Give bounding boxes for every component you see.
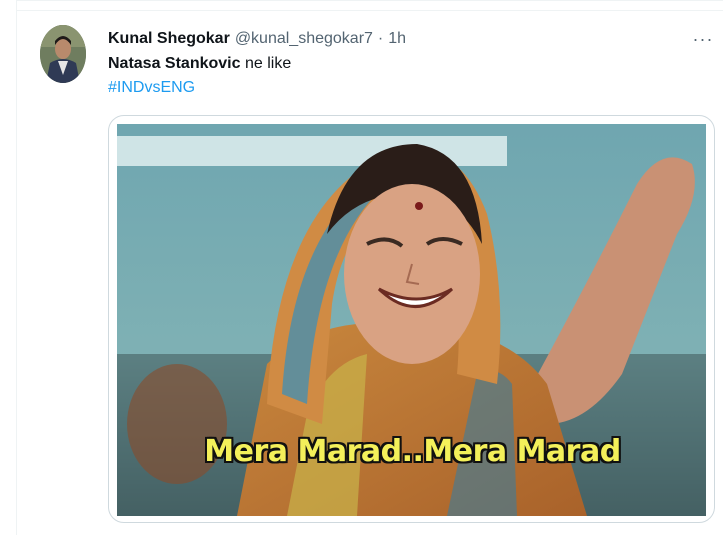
tweet-card[interactable]: Kunal Shegokar @kunal_shegokar7 · 1h ···…	[16, 0, 723, 535]
author-handle[interactable]: @kunal_shegokar7	[235, 30, 373, 48]
tweet-media[interactable]: Mera Marad..Mera Marad	[108, 115, 715, 523]
ellipsis-icon: ···	[692, 28, 714, 49]
more-options-button[interactable]: ···	[693, 29, 713, 49]
tweet-text-rest: ne like	[240, 55, 292, 72]
divider	[17, 1, 723, 11]
author-name[interactable]: Kunal Shegokar	[108, 30, 230, 48]
hashtag-link[interactable]: #INDvsENG	[108, 77, 195, 99]
tweet-header: Kunal Shegokar @kunal_shegokar7 · 1h	[108, 28, 406, 50]
avatar[interactable]	[40, 25, 86, 83]
separator-dot: ·	[377, 30, 384, 47]
tweet-text: Natasa Stankovic ne like	[108, 53, 291, 75]
timestamp[interactable]: 1h	[388, 30, 406, 48]
tweet-text-bold: Natasa Stankovic	[108, 55, 241, 72]
meme-caption: Mera Marad..Mera Marad	[204, 434, 621, 469]
avatar-image	[40, 25, 86, 83]
